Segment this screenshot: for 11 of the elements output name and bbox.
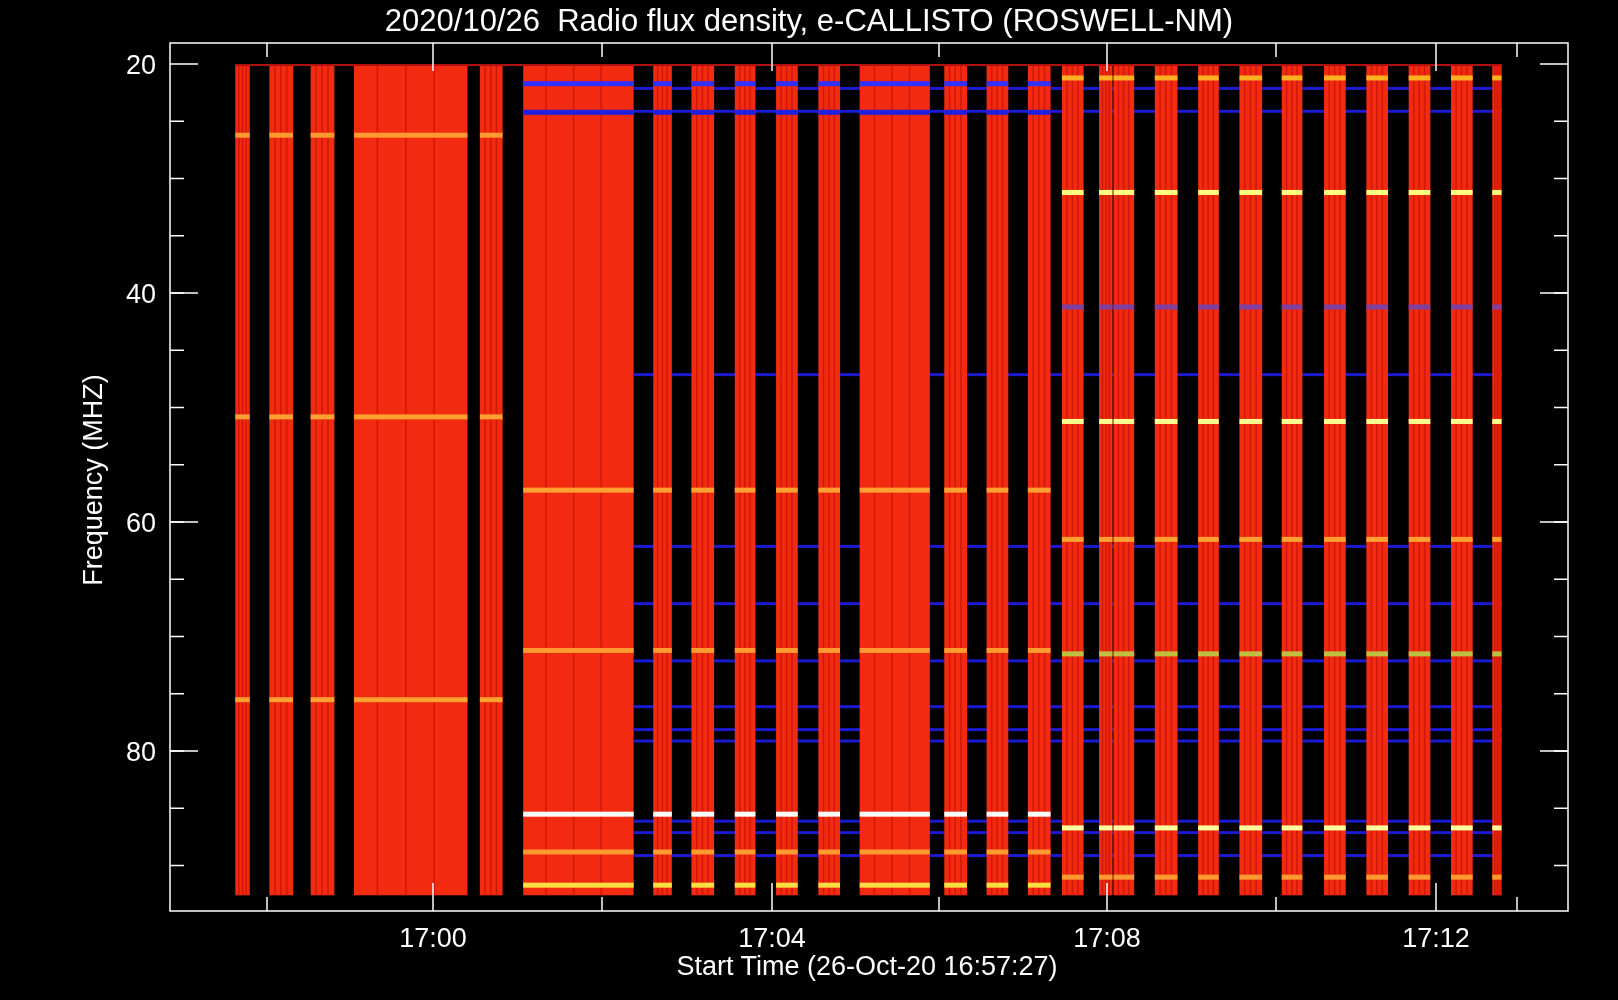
y-axis-label: Frequency (MHZ) xyxy=(78,374,108,586)
y-tick-label: 20 xyxy=(125,50,156,80)
y-tick-label: 60 xyxy=(125,508,156,538)
x-axis-label: Start Time (26-Oct-20 16:57:27) xyxy=(676,951,1058,981)
x-tick-label: 17:04 xyxy=(738,923,806,953)
y-tick-label: 40 xyxy=(125,279,156,309)
x-tick-label: 17:00 xyxy=(399,923,467,953)
x-tick-label: 17:08 xyxy=(1073,923,1141,953)
plot-title: 2020/10/26 Radio flux density, e-CALLISTO (ROSWELL-NM) xyxy=(384,3,1234,38)
x-tick-label: 17:12 xyxy=(1402,923,1470,953)
y-tick-label: 80 xyxy=(125,737,156,767)
